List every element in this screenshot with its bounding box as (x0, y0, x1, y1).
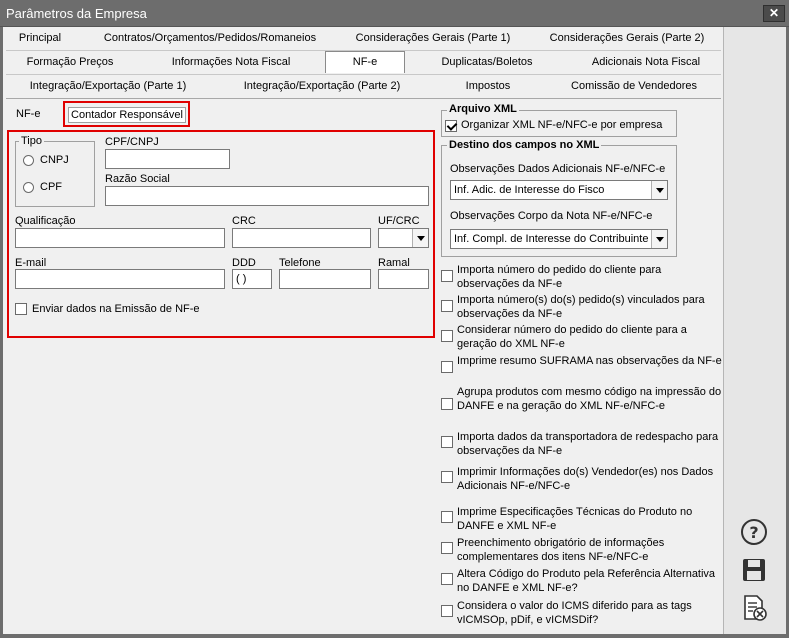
close-button[interactable]: ✕ (763, 5, 785, 22)
email-label: E-mail (15, 257, 47, 269)
tab-row-divider (6, 74, 721, 75)
ddd-label: DDD (232, 257, 256, 269)
option-label: Agrupa produtos com mesmo código na impr… (457, 386, 722, 412)
option-checkbox[interactable] (441, 300, 453, 312)
ramal-label: Ramal (378, 257, 410, 269)
tab-adicionais-nf[interactable]: Adicionais Nota Fiscal (586, 52, 706, 73)
close-icon: ✕ (768, 6, 780, 20)
telefone-label: Telefone (279, 257, 321, 269)
option-checkbox[interactable] (441, 270, 453, 282)
tab-nfe[interactable]: NF-e (325, 51, 405, 73)
tab-informacoes-nf[interactable]: Informações Nota Fiscal (166, 52, 296, 73)
option-label: Importa número do pedido do cliente para… (457, 264, 662, 290)
organizar-xml-checkbox[interactable] (445, 120, 457, 132)
option-label: Imprime resumo SUFRAMA nas observações d… (457, 355, 722, 367)
obs-dados-select[interactable]: Inf. Adic. de Interesse do Fisco (450, 180, 668, 200)
obs-corpo-value: Inf. Compl. de Interesse do Contribuinte (454, 233, 649, 245)
tab-integracao-2[interactable]: Integração/Exportação (Parte 2) (236, 76, 408, 97)
tab-contratos[interactable]: Contratos/Orçamentos/Pedidos/Romaneios (100, 28, 320, 49)
option-label: Considerar número do pedido do cliente p… (457, 324, 687, 350)
option-label: Importa número(s) do(s) pedido(s) vincul… (457, 294, 705, 320)
option-checkbox[interactable] (441, 436, 453, 448)
option-checkbox[interactable] (441, 398, 453, 410)
tab-panel-border (6, 98, 721, 99)
telefone-input[interactable] (279, 269, 371, 289)
cpf-cnpj-input[interactable] (105, 149, 230, 169)
cpf-cnpj-label: CPF/CNPJ (105, 136, 159, 148)
cnpj-radio[interactable] (23, 155, 34, 166)
tab-integracao-1[interactable]: Integração/Exportação (Parte 1) (22, 76, 194, 97)
tab-consideracoes-1[interactable]: Considerações Gerais (Parte 1) (352, 28, 514, 49)
option-label: Preenchimento obrigatório de informações… (457, 537, 665, 563)
window-frame-left (0, 27, 3, 638)
tab-impostos[interactable]: Impostos (455, 76, 521, 97)
option-checkbox[interactable] (441, 605, 453, 617)
subtab-contador-responsavel[interactable]: Contador Responsável (68, 107, 186, 123)
ddd-input[interactable]: ( ) (232, 269, 272, 289)
option-label: Imprimir Informações do(s) Vendedor(es) … (457, 466, 714, 492)
tipo-group (15, 141, 95, 207)
tab-consideracoes-2[interactable]: Considerações Gerais (Parte 2) (546, 28, 708, 49)
chevron-down-icon[interactable] (412, 229, 428, 247)
cancel-document-icon (744, 595, 767, 621)
razao-social-label: Razão Social (105, 173, 170, 185)
uf-crc-select[interactable] (378, 228, 429, 248)
cpf-label: CPF (40, 181, 62, 193)
destino-legend: Destino dos campos no XML (447, 139, 602, 151)
tipo-legend: Tipo (19, 135, 44, 147)
svg-text:?: ? (749, 523, 758, 542)
cancel-button[interactable] (739, 593, 769, 623)
help-button[interactable]: ? (739, 517, 769, 547)
qualificacao-input[interactable] (15, 228, 225, 248)
obs-dados-label: Observações Dados Adicionais NF-e/NFC-e (450, 163, 666, 175)
option-checkbox[interactable] (441, 330, 453, 342)
window-frame-bottom (0, 634, 789, 638)
window-title: Parâmetros da Empresa (6, 6, 147, 21)
cnpj-label: CNPJ (40, 154, 69, 166)
option-checkbox[interactable] (441, 471, 453, 483)
toolbar-panel: ? (723, 27, 786, 634)
subtab-nfe[interactable]: NF-e (16, 108, 40, 120)
email-input[interactable] (15, 269, 225, 289)
chevron-down-icon[interactable] (651, 230, 667, 248)
save-icon (743, 559, 765, 581)
save-button[interactable] (739, 555, 769, 585)
option-label: Imprime Especificações Técnicas do Produ… (457, 506, 693, 532)
tab-formacao-precos[interactable]: Formação Preços (22, 52, 118, 73)
tab-duplicatas[interactable]: Duplicatas/Boletos (434, 52, 540, 73)
ramal-input[interactable] (378, 269, 429, 289)
tab-comissao[interactable]: Comissão de Vendedores (564, 76, 704, 97)
option-label: Altera Código do Produto pela Referência… (457, 568, 716, 594)
organizar-xml-label: Organizar XML NF-e/NFC-e por empresa (461, 119, 663, 131)
option-label: Considera o valor do ICMS diferido para … (457, 600, 692, 626)
option-label: Importa dados da transportadora de redes… (457, 431, 719, 457)
cpf-radio[interactable] (23, 182, 34, 193)
title-bar: Parâmetros da Empresa ✕ (0, 0, 789, 27)
razao-social-input[interactable] (105, 186, 429, 206)
obs-corpo-select[interactable]: Inf. Compl. de Interesse do Contribuinte (450, 229, 668, 249)
crc-input[interactable] (232, 228, 371, 248)
obs-dados-value: Inf. Adic. de Interesse do Fisco (454, 184, 605, 196)
enviar-dados-checkbox[interactable] (15, 303, 27, 315)
crc-label: CRC (232, 215, 256, 227)
help-icon: ? (741, 519, 767, 545)
arquivo-xml-legend: Arquivo XML (447, 103, 519, 115)
option-checkbox[interactable] (441, 573, 453, 585)
option-checkbox[interactable] (441, 511, 453, 523)
qualificacao-label: Qualificação (15, 215, 76, 227)
tab-principal[interactable]: Principal (14, 28, 66, 49)
obs-corpo-label: Observações Corpo da Nota NF-e/NFC-e (450, 210, 653, 222)
option-checkbox[interactable] (441, 361, 453, 373)
option-checkbox[interactable] (441, 542, 453, 554)
uf-crc-label: UF/CRC (378, 215, 420, 227)
enviar-dados-label: Enviar dados na Emissão de NF-e (32, 303, 200, 315)
chevron-down-icon[interactable] (651, 181, 667, 199)
